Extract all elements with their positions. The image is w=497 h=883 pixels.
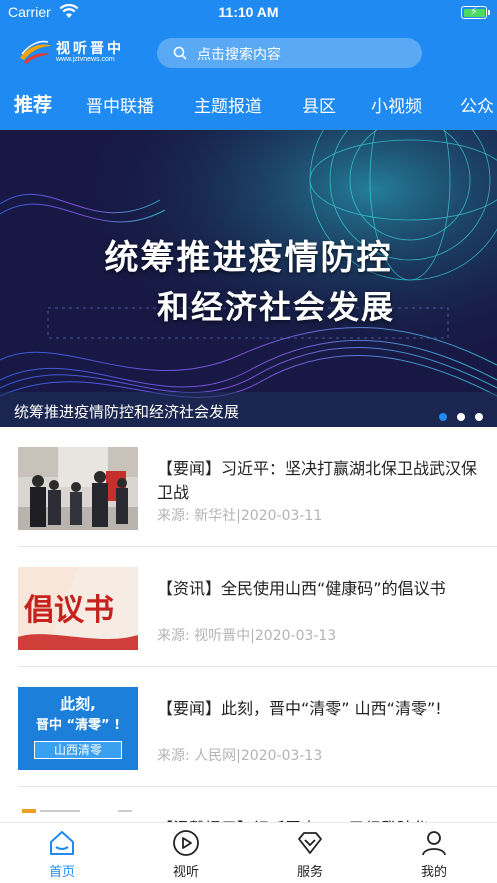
news-meta: 来源: 视听晋中|2020-03-13 xyxy=(157,628,337,644)
service-icon xyxy=(298,832,322,854)
battery-icon: ⚡ xyxy=(461,5,487,19)
nav-home[interactable]: 首页 xyxy=(22,829,102,880)
news-thumbnail: 此刻, 晋中 “清零” ! 山西清零 xyxy=(18,687,138,770)
banner-headline-line2: 和经济社会发展 xyxy=(156,288,395,326)
thumbnail-text: 倡议书 xyxy=(24,593,114,628)
play-icon xyxy=(173,830,199,856)
banner-caption-bar: 统筹推进疫情防控和经济社会发展 xyxy=(0,392,497,427)
news-title: 【资讯】全民使用山西“健康码”的倡议书 xyxy=(157,579,446,598)
logo-name: 视听晋中 xyxy=(56,41,124,57)
news-title: 【要闻】习近平：坚决打赢湖北保卫战武汉保卫战 xyxy=(157,459,478,502)
logo-swoosh-icon xyxy=(20,40,52,64)
nav-service-label: 服务 xyxy=(296,865,323,880)
nav-profile-label: 我的 xyxy=(420,865,447,880)
news-item[interactable]: 【要闻】习近平：坚决打赢湖北保卫战武汉保卫战 来源: 新华社|2020-03-1… xyxy=(0,427,497,547)
app-logo[interactable]: 视听晋中 www.jztvnews.com xyxy=(18,38,143,68)
nav-video-label: 视听 xyxy=(172,865,199,880)
home-icon xyxy=(50,831,74,855)
news-title: 【要闻】此刻，晋中“清零” 山西“清零”! xyxy=(157,699,442,718)
carousel-dot-1[interactable] xyxy=(439,413,447,421)
tab-public[interactable]: 公众 xyxy=(460,92,494,117)
tab-short-video[interactable]: 小视频 xyxy=(371,92,422,117)
app-header: Carrier 11:10 AM ⚡ 视听晋中 www.jztvnews.com… xyxy=(0,0,497,130)
thumbnail-line-1: 此刻, xyxy=(60,695,96,713)
nav-home-label: 首页 xyxy=(48,865,75,880)
news-item[interactable]: 倡议书 【资讯】全民使用山西“健康码”的倡议书 来源: 视听晋中|2020-03… xyxy=(0,547,497,667)
news-thumbnail: 倡议书 xyxy=(18,567,138,650)
user-icon xyxy=(422,831,446,856)
carousel-indicator xyxy=(429,406,483,421)
news-meta: 来源: 新华社|2020-03-11 xyxy=(157,508,323,524)
logo-url: www.jztvnews.com xyxy=(56,56,115,63)
carousel-dot-3[interactable] xyxy=(475,413,483,421)
hero-banner[interactable]: 统筹推进疫情防控 和经济社会发展 统筹推进疫情防控和经济社会发展 xyxy=(0,130,497,427)
search-placeholder: 点击搜索内容 xyxy=(197,47,281,63)
status-bar: Carrier 11:10 AM ⚡ xyxy=(0,0,497,26)
news-meta: 来源: 人民网|2020-03-13 xyxy=(157,748,323,764)
nav-service[interactable]: 服务 xyxy=(270,829,350,880)
nav-video[interactable]: 视听 xyxy=(146,829,226,880)
clock: 11:10 AM xyxy=(218,4,279,20)
thumbnail-line-3: 山西清零 xyxy=(34,741,122,759)
tab-jinzhong-broadcast[interactable]: 晋中联播 xyxy=(86,92,154,117)
news-thumbnail xyxy=(18,447,138,530)
battery-tip xyxy=(488,10,490,15)
search-icon xyxy=(173,46,187,60)
tab-topic-reports[interactable]: 主题报道 xyxy=(194,92,262,117)
banner-headline-line1: 统筹推进疫情防控 xyxy=(104,238,393,278)
nav-profile[interactable]: 我的 xyxy=(394,829,474,880)
banner-caption: 统筹推进疫情防控和经济社会发展 xyxy=(14,403,240,421)
tab-recommend[interactable]: 推荐 xyxy=(14,90,52,117)
carousel-dot-2[interactable] xyxy=(457,413,465,421)
thumbnail-line-2: 晋中 “清零” ! xyxy=(35,718,121,733)
category-tabs: 推荐 晋中联播 主题报道 县区 小视频 公众 xyxy=(0,88,497,122)
bottom-navigation: 首页 视听 服务 我的 xyxy=(0,822,497,883)
search-bar[interactable]: 点击搜索内容 xyxy=(157,38,422,68)
news-item[interactable]: 此刻, 晋中 “清零” ! 山西清零 【要闻】此刻，晋中“清零” 山西“清零”!… xyxy=(0,667,497,787)
photo-thumbnail-icon xyxy=(18,447,138,530)
tab-counties[interactable]: 县区 xyxy=(302,92,336,117)
